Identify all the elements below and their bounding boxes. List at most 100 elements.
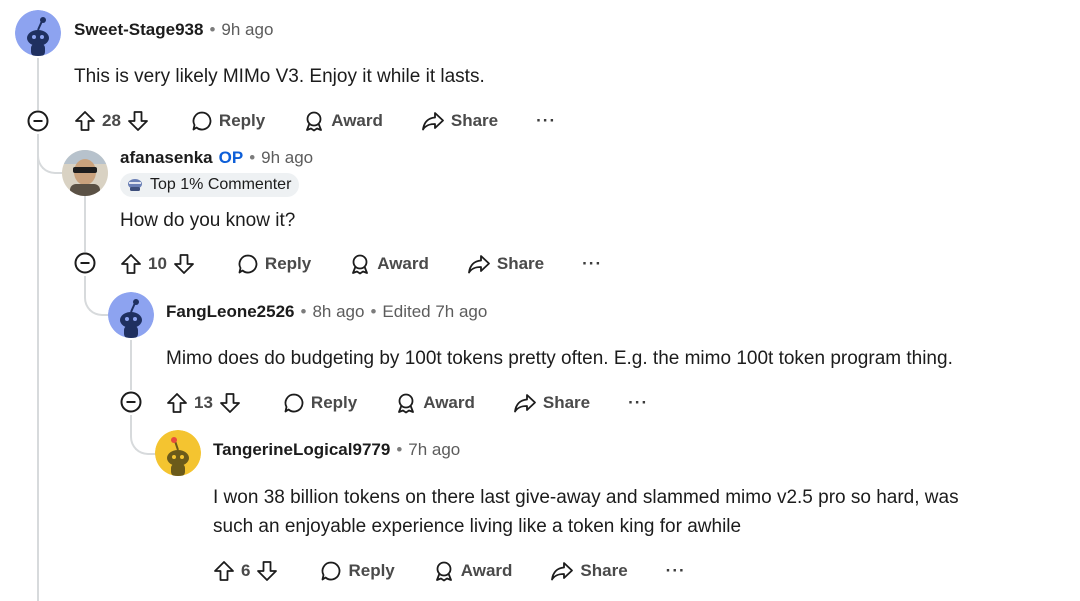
thread-line-level0-lower [37, 134, 39, 601]
award-button[interactable]: Award [433, 560, 513, 582]
timestamp[interactable]: 9h ago [261, 147, 313, 169]
share-label: Share [542, 393, 591, 412]
award-label: Award [377, 254, 429, 273]
downvote-icon[interactable] [127, 110, 149, 132]
vote-count: 6 [241, 561, 251, 580]
username[interactable]: Sweet-Stage938 [74, 19, 203, 41]
share-arrow-icon [467, 255, 490, 274]
reply-button[interactable]: Reply [320, 560, 395, 582]
vote-group: 10 [120, 253, 195, 275]
reply-bubble-icon [284, 393, 304, 413]
username[interactable]: FangLeone2526 [166, 301, 295, 323]
comment-text-line: How do you know it? [120, 210, 296, 231]
separator: • [249, 148, 256, 167]
thread-curve-2 [84, 276, 110, 316]
comment-text-line: Mimo does do budgeting by 100t tokens pr… [166, 348, 953, 369]
upvote-icon[interactable] [120, 253, 142, 275]
more-options-button[interactable]: ··· [536, 111, 556, 131]
more-options-button[interactable]: ··· [628, 393, 648, 413]
award-icon [352, 254, 369, 275]
share-label: Share [580, 561, 628, 580]
collapse-minus-icon[interactable] [74, 252, 96, 274]
separator: • [370, 302, 377, 321]
share-label: Share [450, 111, 499, 130]
timestamp[interactable]: 7h ago [408, 439, 460, 461]
award-label: Award [460, 561, 513, 580]
timestamp[interactable]: 8h ago [312, 301, 364, 323]
vote-count: 13 [194, 393, 213, 412]
award-label: Award [423, 393, 475, 412]
reply-label: Reply [310, 393, 358, 412]
username[interactable]: TangerineLogical9779 [213, 439, 390, 461]
snoo-avatar [108, 292, 154, 338]
comment-meta: FangLeone2526 • 8h ago • Edited 7h ago [166, 301, 487, 323]
share-button[interactable]: Share [467, 253, 544, 275]
downvote-icon[interactable] [173, 253, 195, 275]
comment-text-line: This is very likely MIMo V3. Enjoy it wh… [74, 66, 485, 87]
award-button[interactable]: Award [303, 110, 383, 132]
trophy-flair-icon [128, 179, 142, 191]
thread-curve-3 [130, 415, 156, 455]
snoo-avatar [155, 430, 201, 476]
comment-body: I won 38 billion tokens on there last gi… [213, 483, 959, 541]
separator: • [396, 440, 403, 459]
comment-meta: Sweet-Stage938 • 9h ago [74, 19, 273, 41]
thread-curve-1 [37, 134, 63, 174]
comment-actions: 10 Reply Award Share ··· [120, 251, 602, 277]
thread-line-level2 [130, 340, 132, 390]
vote-count: 10 [148, 254, 167, 273]
reply-label: Reply [264, 254, 312, 273]
avatar[interactable] [108, 292, 154, 338]
upvote-icon[interactable] [74, 110, 96, 132]
avatar[interactable] [155, 430, 201, 476]
comment-body: This is very likely MIMo V3. Enjoy it wh… [74, 62, 485, 91]
reply-button[interactable]: Reply [237, 253, 311, 275]
award-button[interactable]: Award [395, 392, 475, 414]
collapse-minus-icon[interactable] [27, 110, 49, 132]
share-arrow-icon [551, 562, 574, 581]
downvote-icon[interactable] [256, 560, 278, 582]
award-icon [398, 393, 415, 414]
share-button[interactable]: Share [421, 110, 498, 132]
award-label: Award [331, 111, 383, 130]
reply-button[interactable]: Reply [283, 392, 357, 414]
share-button[interactable]: Share [550, 560, 628, 582]
snoo-avatar [15, 10, 61, 56]
reply-button[interactable]: Reply [191, 110, 265, 132]
avatar[interactable] [62, 150, 108, 196]
comment-body: Mimo does do budgeting by 100t tokens pr… [166, 344, 953, 373]
separator: • [209, 20, 216, 39]
more-options-button[interactable]: ··· [582, 254, 602, 274]
share-button[interactable]: Share [513, 392, 590, 414]
avatar[interactable] [15, 10, 61, 56]
reply-bubble-icon [192, 111, 212, 131]
upvote-icon[interactable] [213, 560, 235, 582]
award-button[interactable]: Award [349, 253, 429, 275]
edited-label: Edited 7h ago [382, 302, 488, 321]
reply-label: Reply [348, 561, 395, 580]
downvote-icon[interactable] [219, 392, 241, 414]
collapse-minus-icon[interactable] [120, 391, 142, 413]
more-options-button[interactable]: ··· [666, 561, 686, 581]
comment-meta: TangerineLogical9779 • 7h ago [213, 439, 460, 461]
comment-actions: 13 Reply Award Share ··· [166, 390, 648, 416]
timestamp[interactable]: 9h ago [221, 19, 273, 41]
username[interactable]: afanasenka [120, 147, 213, 169]
award-icon [435, 561, 452, 582]
share-arrow-icon [513, 394, 536, 413]
vote-group: 28 [74, 110, 149, 132]
comment-body: How do you know it? [120, 206, 295, 235]
user-photo-avatar [62, 150, 108, 196]
share-arrow-icon [421, 112, 444, 131]
comment-actions: 6 Reply Award Share ··· [213, 558, 686, 584]
reply-label: Reply [218, 111, 266, 130]
reply-bubble-icon [322, 561, 341, 581]
flair-label: Top 1% Commenter [150, 176, 292, 193]
reply-bubble-icon [238, 254, 258, 274]
user-flair: Top 1% Commenter [120, 173, 300, 197]
vote-group: 6 [213, 560, 278, 582]
upvote-icon[interactable] [166, 392, 188, 414]
vote-group: 13 [166, 392, 241, 414]
vote-count: 28 [102, 111, 121, 130]
share-label: Share [496, 254, 545, 273]
